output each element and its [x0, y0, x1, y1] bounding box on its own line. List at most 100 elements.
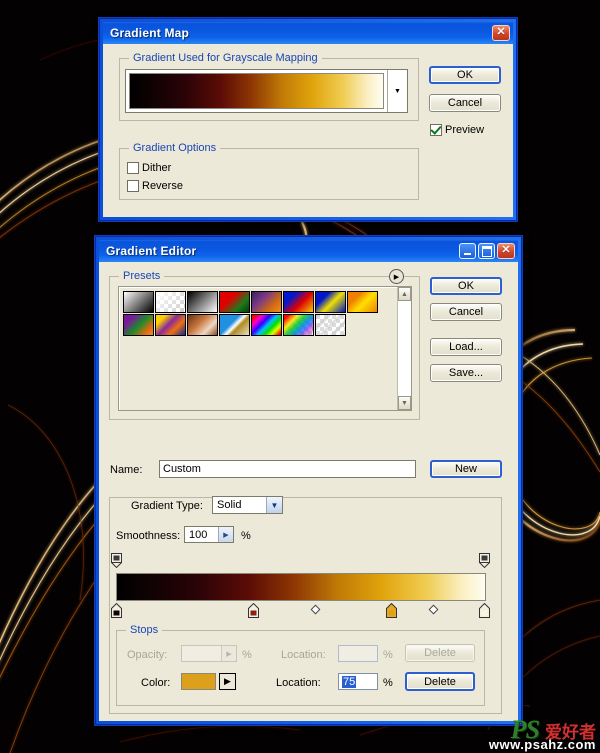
editor-ok-button[interactable]: OK	[430, 277, 502, 295]
presets-scrollbar-track[interactable]	[398, 301, 411, 396]
color-stop-selected[interactable]	[386, 602, 397, 618]
name-input[interactable]: Custom	[159, 460, 416, 478]
gradient-editor-body: Presets ▶ ▲ ▼ OK Cancel Load... Save... …	[99, 262, 518, 721]
opacity-input: ▶	[181, 645, 237, 662]
smoothness-stepper-icon[interactable]: ▶	[218, 527, 233, 542]
preset-swatch[interactable]	[315, 314, 346, 336]
maximize-icon[interactable]	[478, 243, 495, 259]
scroll-up-icon[interactable]: ▲	[398, 287, 411, 301]
close-icon[interactable]: ✕	[497, 243, 515, 259]
reverse-label: Reverse	[142, 180, 183, 192]
gradient-map-window-buttons: ✕	[492, 25, 510, 41]
chevron-down-icon[interactable]: ▼	[266, 497, 282, 513]
preset-swatch[interactable]	[315, 291, 346, 313]
preset-swatch[interactable]	[251, 314, 282, 336]
gradient-editor-dialog: Gradient Editor ✕ Presets ▶ ▲ ▼ OK Cance…	[95, 236, 522, 725]
gradient-map-ok-button[interactable]: OK	[429, 66, 501, 84]
smoothness-label: Smoothness:	[116, 530, 181, 542]
smoothness-input[interactable]: 100 ▶	[184, 526, 234, 543]
preset-swatch[interactable]	[187, 291, 218, 313]
preset-swatch[interactable]	[155, 291, 186, 313]
preset-swatch[interactable]	[187, 314, 218, 336]
minimize-icon[interactable]	[459, 243, 476, 259]
opacity-stop[interactable]	[478, 553, 491, 569]
color-stop-icon	[248, 602, 259, 618]
gradient-used-legend: Gradient Used for Grayscale Mapping	[129, 52, 322, 64]
color-location-input[interactable]: 75	[338, 673, 378, 690]
presets-menu-icon[interactable]: ▶	[389, 269, 404, 284]
presets-legend: Presets	[119, 270, 165, 282]
gradient-map-dialog: Gradient Map ✕ Gradient Used for Graysca…	[99, 18, 517, 221]
preset-swatch[interactable]	[219, 314, 250, 336]
color-stop[interactable]	[479, 602, 490, 618]
opacity-stepper-icon: ▶	[221, 646, 236, 661]
color-stop-icon	[386, 602, 397, 618]
opacity-location-input	[338, 645, 378, 662]
preset-swatch[interactable]	[251, 291, 282, 313]
gradient-editor-title: Gradient Editor	[106, 244, 197, 258]
editor-cancel-button[interactable]: Cancel	[430, 303, 502, 321]
smoothness-unit: %	[241, 530, 251, 542]
color-location-value: 75	[342, 675, 357, 688]
dither-checkbox[interactable]: Dither	[127, 162, 171, 174]
opacity-location-unit: %	[383, 649, 393, 661]
editor-save-button[interactable]: Save...	[430, 364, 502, 382]
gradient-editor-window-buttons: ✕	[459, 243, 515, 259]
opacity-label: Opacity:	[127, 649, 168, 661]
dither-checkbox-box[interactable]	[127, 162, 139, 174]
preview-checkbox-box[interactable]	[430, 124, 442, 136]
color-stop-icon	[479, 602, 490, 618]
preset-swatch[interactable]	[219, 291, 250, 313]
gradient-preview-dropdown-icon[interactable]: ▼	[387, 70, 407, 112]
gradient-options-group: Gradient Options	[119, 142, 419, 200]
gradient-map-titlebar[interactable]: Gradient Map ✕	[103, 22, 513, 44]
presets-panel[interactable]: ▲ ▼	[118, 286, 412, 411]
color-label: Color:	[141, 677, 171, 689]
color-picker-arrow-icon[interactable]: ▶	[219, 673, 236, 690]
opacity-stop[interactable]	[110, 553, 123, 569]
scroll-down-icon[interactable]: ▼	[398, 396, 411, 410]
editor-load-button[interactable]: Load...	[430, 338, 502, 356]
name-input-value: Custom	[163, 463, 201, 475]
preset-swatch[interactable]	[155, 314, 186, 336]
preset-swatch[interactable]	[347, 291, 378, 313]
dither-label: Dither	[142, 162, 172, 174]
color-delete-button[interactable]: Delete	[405, 672, 475, 691]
reverse-checkbox-box[interactable]	[127, 180, 139, 192]
gradient-type-value: Solid	[217, 499, 242, 511]
color-location-unit: %	[383, 677, 393, 689]
gradient-map-title: Gradient Map	[110, 26, 190, 40]
opacity-location-label: Location:	[281, 649, 326, 661]
presets-grid	[123, 291, 378, 336]
gradient-editor-titlebar[interactable]: Gradient Editor ✕	[99, 240, 518, 262]
site-watermark: PS 爱好者 www.psahz.com	[488, 717, 596, 752]
preset-swatch[interactable]	[123, 314, 154, 336]
close-icon[interactable]: ✕	[492, 25, 510, 41]
color-stop[interactable]	[111, 602, 122, 618]
gradient-map-cancel-button[interactable]: Cancel	[429, 94, 501, 112]
opacity-unit: %	[242, 649, 252, 661]
new-button[interactable]: New	[430, 460, 502, 478]
gradient-preview-combo[interactable]: ▼	[125, 69, 408, 113]
reverse-checkbox[interactable]: Reverse	[127, 180, 183, 192]
opacity-delete-button: Delete	[405, 644, 475, 662]
color-stop[interactable]	[248, 602, 259, 618]
preset-swatch[interactable]	[123, 291, 154, 313]
gradient-preview-swatch[interactable]	[129, 73, 384, 109]
smoothness-value: 100	[189, 528, 208, 541]
stops-legend: Stops	[126, 624, 163, 636]
gradient-map-body: Gradient Used for Grayscale Mapping ▼ Gr…	[103, 44, 513, 217]
preset-swatch[interactable]	[283, 314, 314, 336]
preview-checkbox[interactable]: Preview	[430, 124, 484, 136]
preview-label: Preview	[445, 124, 485, 136]
color-location-label: Location:	[276, 677, 321, 689]
gradient-bar[interactable]	[116, 573, 486, 601]
presets-scrollbar[interactable]: ▲ ▼	[397, 287, 411, 410]
watermark-url: www.psahz.com	[488, 737, 596, 752]
preset-swatch[interactable]	[283, 291, 314, 313]
color-swatch-button[interactable]	[181, 673, 216, 690]
opacity-stop-icon	[478, 553, 491, 569]
gradient-type-select[interactable]: Solid ▼	[212, 496, 283, 514]
gradient-options-legend: Gradient Options	[129, 142, 221, 154]
color-stop-icon	[111, 602, 122, 618]
